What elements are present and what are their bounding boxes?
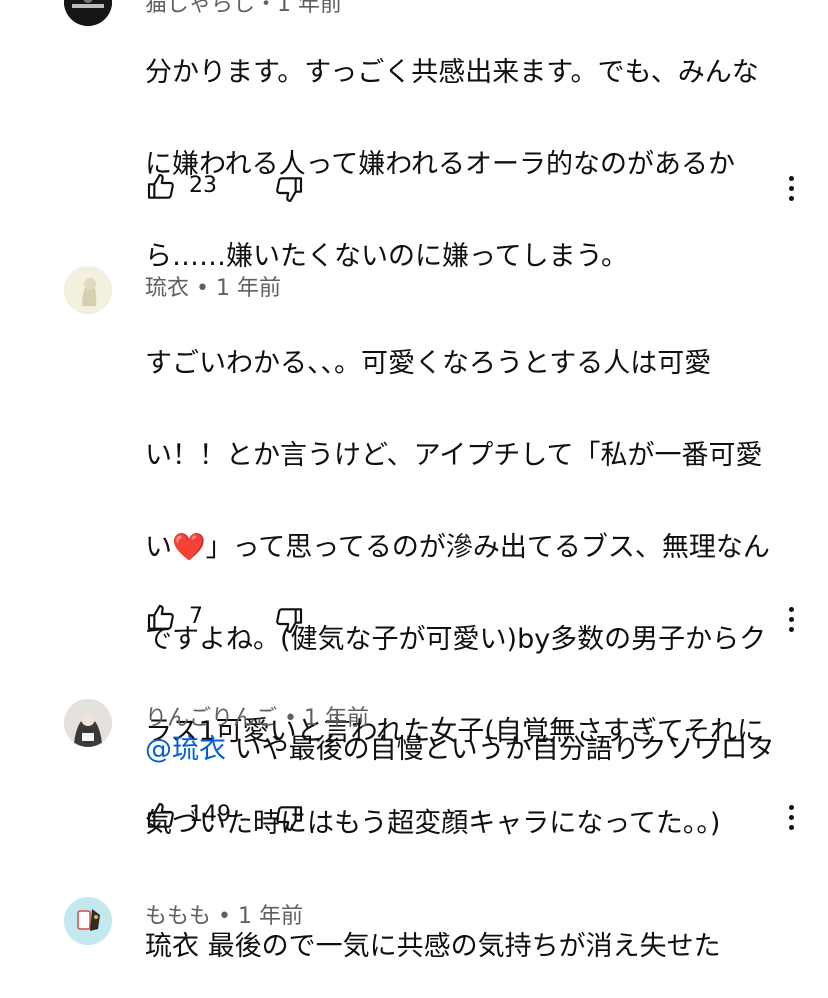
like-count: 7 xyxy=(189,604,203,629)
more-options-button[interactable] xyxy=(777,800,805,836)
dislike-button[interactable] xyxy=(273,604,305,636)
thumbs-up-outline-icon xyxy=(147,802,174,828)
thumbs-down-outline-icon xyxy=(276,177,303,203)
like-button[interactable] xyxy=(145,800,177,832)
comment-text: @琉衣 いや最後の自慢というか自分語りクソワロタ xyxy=(145,734,775,765)
thumbs-down-outline-icon xyxy=(276,806,303,832)
three-dots-vertical-icon xyxy=(788,805,794,810)
more-options-button[interactable] xyxy=(777,171,805,207)
thumbs-up-outline-icon xyxy=(147,173,174,199)
avatar[interactable] xyxy=(64,0,112,26)
like-count: 23 xyxy=(189,173,217,198)
mention-link[interactable]: @琉衣 xyxy=(145,734,226,765)
more-options-button[interactable] xyxy=(777,602,805,638)
dislike-button[interactable] xyxy=(273,173,305,205)
thumbs-down-outline-icon xyxy=(276,608,303,634)
three-dots-vertical-icon xyxy=(788,176,794,181)
like-count: 149 xyxy=(189,802,231,827)
comment-actions: 7 xyxy=(145,602,815,642)
avatar[interactable] xyxy=(64,266,112,314)
comment-actions: 149 xyxy=(145,800,815,840)
three-dots-vertical-icon xyxy=(788,607,794,612)
avatar[interactable] xyxy=(64,699,112,747)
like-button[interactable] xyxy=(145,602,177,634)
comment-text: 琉衣 最後ので一気に共感の気持ちが消え失せた xyxy=(145,931,721,962)
thumbs-up-outline-icon xyxy=(147,604,174,630)
like-button[interactable] xyxy=(145,171,177,203)
dislike-button[interactable] xyxy=(273,802,305,834)
comment-actions: 23 xyxy=(145,171,815,211)
avatar[interactable] xyxy=(64,897,112,945)
